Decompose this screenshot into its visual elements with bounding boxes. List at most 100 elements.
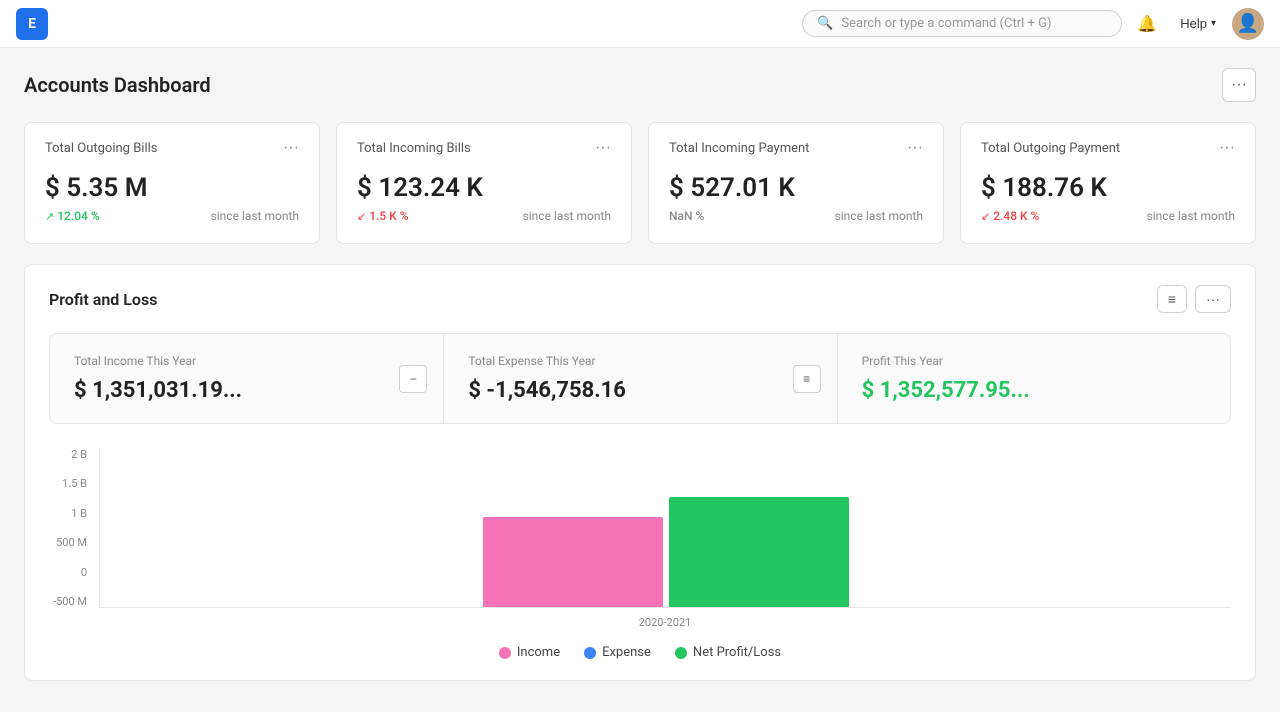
avatar-placeholder: 👤 bbox=[1237, 13, 1259, 34]
chevron-down-icon: ▾ bbox=[1211, 18, 1216, 29]
summary-value: $ -1,546,758.16 bbox=[468, 378, 626, 403]
card-amount: $ 123.24 K bbox=[357, 173, 611, 203]
app-icon[interactable]: E bbox=[16, 8, 48, 40]
section-actions: ≡ ··· bbox=[1157, 285, 1231, 313]
summary-expense: Total Expense This Year $ -1,546,758.16 … bbox=[443, 334, 836, 423]
chart-area: 2 B 1.5 B 1 B 500 M 0 -500 M bbox=[49, 448, 1231, 660]
card-since: since last month bbox=[523, 209, 611, 223]
summary-row: Total Income This Year $ 1,351,031.19...… bbox=[49, 333, 1231, 424]
card-header: Total Outgoing Payment ··· bbox=[981, 139, 1235, 157]
x-label: 2020-2021 bbox=[639, 616, 692, 629]
card-footer: ↙ 2.48 K % since last month bbox=[981, 209, 1235, 223]
card-outgoing-bills: Total Outgoing Bills ··· $ 5.35 M ↗ 12.0… bbox=[24, 122, 320, 244]
card-badge: ↗ 12.04 % bbox=[45, 209, 100, 223]
search-placeholder: Search or type a command (Ctrl + G) bbox=[841, 16, 1051, 31]
badge-arrow-icon: ↗ bbox=[45, 210, 54, 223]
nav-right: 🔍 Search or type a command (Ctrl + G) 🔔 … bbox=[802, 7, 1264, 41]
summary-label: Profit This Year bbox=[862, 354, 943, 368]
help-label: Help bbox=[1180, 16, 1207, 31]
summary-income: Total Income This Year $ 1,351,031.19...… bbox=[50, 334, 443, 423]
section-header: Profit and Loss ≡ ··· bbox=[49, 285, 1231, 313]
legend-income-dot bbox=[499, 647, 511, 659]
chart-legend: Income Expense Net Profit/Loss bbox=[49, 645, 1231, 660]
search-bar[interactable]: 🔍 Search or type a command (Ctrl + G) bbox=[802, 10, 1122, 37]
profit-bar bbox=[669, 497, 849, 607]
page-title: Accounts Dashboard bbox=[24, 73, 211, 97]
card-title: Total Outgoing Bills bbox=[45, 141, 158, 156]
card-header: Total Outgoing Bills ··· bbox=[45, 139, 299, 157]
legend-profit-dot bbox=[675, 647, 687, 659]
help-button[interactable]: Help ▾ bbox=[1172, 12, 1224, 35]
card-since: since last month bbox=[835, 209, 923, 223]
badge-arrow-icon: ↙ bbox=[981, 210, 990, 223]
y-label: 1.5 B bbox=[49, 477, 87, 490]
nav-left: E bbox=[16, 8, 48, 40]
card-header: Total Incoming Bills ··· bbox=[357, 139, 611, 157]
summary-profit: Profit This Year $ 1,352,577.95... bbox=[837, 334, 1230, 423]
legend-income-label: Income bbox=[517, 645, 560, 660]
card-menu-button[interactable]: ··· bbox=[907, 139, 923, 157]
y-label: 0 bbox=[49, 566, 87, 579]
card-footer: NaN % since last month bbox=[669, 209, 923, 223]
card-incoming-payment: Total Incoming Payment ··· $ 527.01 K Na… bbox=[648, 122, 944, 244]
card-since: since last month bbox=[211, 209, 299, 223]
legend-expense-dot bbox=[584, 647, 596, 659]
chart-x-labels: 2020-2021 bbox=[49, 616, 1231, 629]
card-menu-button[interactable]: ··· bbox=[1219, 139, 1235, 157]
card-header: Total Incoming Payment ··· bbox=[669, 139, 923, 157]
summary-value: $ 1,351,031.19... bbox=[74, 378, 242, 403]
y-label: -500 M bbox=[49, 595, 87, 608]
card-amount: $ 188.76 K bbox=[981, 173, 1235, 203]
card-menu-button[interactable]: ··· bbox=[595, 139, 611, 157]
income-action-button[interactable]: − bbox=[399, 365, 427, 393]
chart-bars-area bbox=[99, 448, 1231, 608]
legend-profit-label: Net Profit/Loss bbox=[693, 645, 781, 660]
legend-profit: Net Profit/Loss bbox=[675, 645, 781, 660]
expense-action-button[interactable]: ≡ bbox=[793, 365, 821, 393]
card-since: since last month bbox=[1147, 209, 1235, 223]
y-label: 500 M bbox=[49, 536, 87, 549]
card-title: Total Outgoing Payment bbox=[981, 141, 1120, 156]
card-title: Total Incoming Payment bbox=[669, 141, 809, 156]
chart-with-yaxis: 2 B 1.5 B 1 B 500 M 0 -500 M bbox=[49, 448, 1231, 608]
page-more-button[interactable]: ··· bbox=[1222, 68, 1256, 102]
card-badge: NaN % bbox=[669, 209, 704, 223]
badge-value: 1.5 K % bbox=[369, 209, 408, 223]
filter-button[interactable]: ≡ bbox=[1157, 285, 1187, 313]
card-amount: $ 5.35 M bbox=[45, 173, 299, 203]
notification-bell-button[interactable]: 🔔 bbox=[1130, 7, 1164, 41]
card-amount: $ 527.01 K bbox=[669, 173, 923, 203]
section-more-button[interactable]: ··· bbox=[1195, 285, 1231, 313]
card-outgoing-payment: Total Outgoing Payment ··· $ 188.76 K ↙ … bbox=[960, 122, 1256, 244]
avatar[interactable]: 👤 bbox=[1232, 8, 1264, 40]
page-header: Accounts Dashboard ··· bbox=[24, 68, 1256, 102]
income-bar bbox=[483, 517, 663, 607]
card-footer: ↗ 12.04 % since last month bbox=[45, 209, 299, 223]
badge-value: 12.04 % bbox=[57, 209, 99, 223]
legend-expense-label: Expense bbox=[602, 645, 651, 660]
stat-cards-row: Total Outgoing Bills ··· $ 5.35 M ↗ 12.0… bbox=[24, 122, 1256, 244]
filter-icon: ≡ bbox=[1168, 291, 1176, 307]
badge-value: 2.48 K % bbox=[993, 209, 1039, 223]
card-footer: ↙ 1.5 K % since last month bbox=[357, 209, 611, 223]
section-title: Profit and Loss bbox=[49, 290, 157, 309]
page-content: Accounts Dashboard ··· Total Outgoing Bi… bbox=[0, 48, 1280, 701]
legend-income: Income bbox=[499, 645, 560, 660]
chart-y-axis: 2 B 1.5 B 1 B 500 M 0 -500 M bbox=[49, 448, 99, 608]
card-incoming-bills: Total Incoming Bills ··· $ 123.24 K ↙ 1.… bbox=[336, 122, 632, 244]
summary-label: Total Expense This Year bbox=[468, 354, 595, 368]
chart-bars bbox=[99, 448, 1231, 608]
card-menu-button[interactable]: ··· bbox=[283, 139, 299, 157]
summary-label: Total Income This Year bbox=[74, 354, 196, 368]
card-title: Total Incoming Bills bbox=[357, 141, 471, 156]
search-icon: 🔍 bbox=[817, 16, 833, 31]
more-icon: ··· bbox=[1206, 291, 1220, 307]
badge-value: NaN % bbox=[669, 209, 704, 223]
top-navigation: E 🔍 Search or type a command (Ctrl + G) … bbox=[0, 0, 1280, 48]
card-badge: ↙ 1.5 K % bbox=[357, 209, 409, 223]
bar-group-2020-2021 bbox=[483, 497, 849, 607]
y-label: 1 B bbox=[49, 507, 87, 520]
badge-arrow-icon: ↙ bbox=[357, 210, 366, 223]
profit-loss-section: Profit and Loss ≡ ··· Total Income This … bbox=[24, 264, 1256, 681]
card-badge: ↙ 2.48 K % bbox=[981, 209, 1039, 223]
